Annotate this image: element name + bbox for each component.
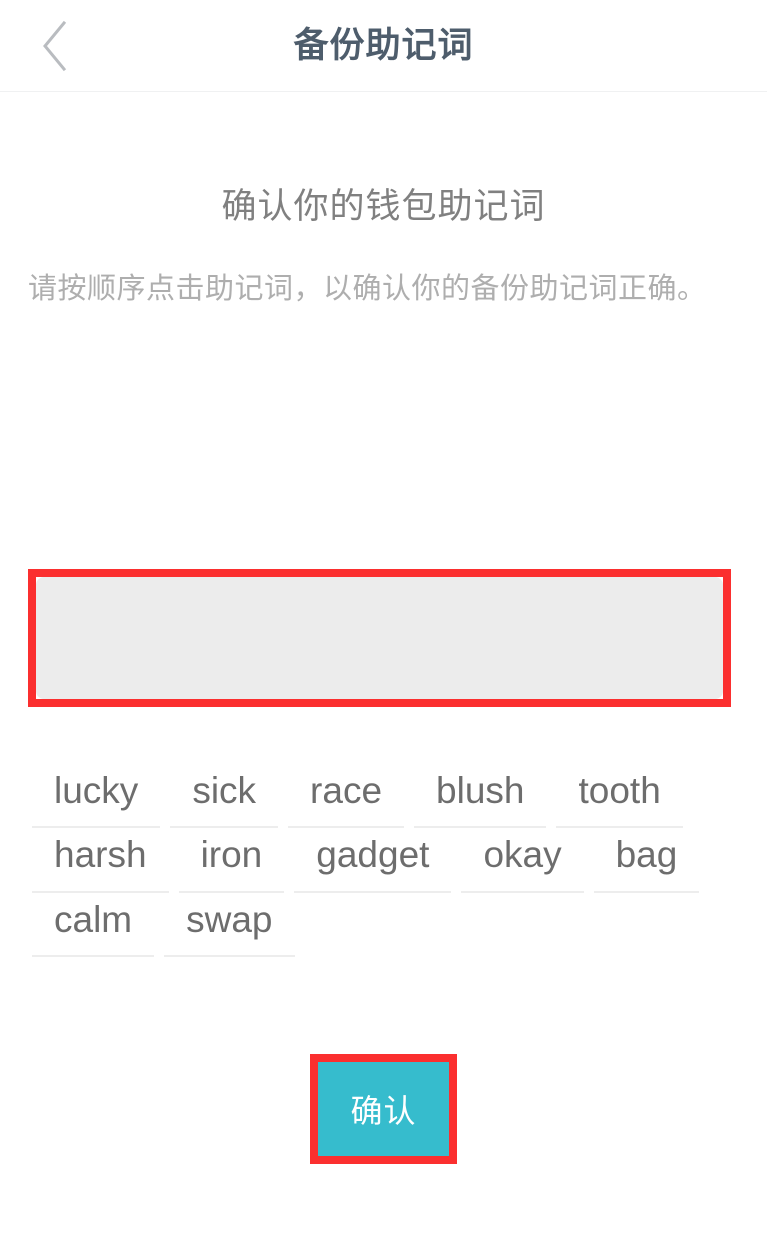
word-bank-row: harsh iron gadget okay bag	[32, 828, 732, 893]
word-chip[interactable]: iron	[178, 828, 285, 893]
word-chip[interactable]: tooth	[556, 764, 683, 829]
word-bank: lucky sick race blush tooth harsh iron gadget ok…	[32, 764, 732, 957]
word-chip[interactable]: calm	[32, 893, 155, 957]
word-chip[interactable]: harsh	[32, 828, 169, 893]
word-chip[interactable]: lucky	[32, 764, 161, 829]
selected-words-area-annotation	[28, 569, 731, 707]
selected-words-box[interactable]	[36, 577, 723, 699]
word-chip[interactable]: race	[288, 764, 405, 829]
confirm-button-annotation: 确认	[310, 1054, 457, 1164]
word-bank-row: lucky sick race blush tooth	[32, 764, 732, 829]
word-chip[interactable]: gadget	[294, 828, 452, 893]
page-title: 备份助记词	[293, 26, 474, 65]
word-chip[interactable]: swap	[164, 893, 295, 957]
word-chip[interactable]: okay	[461, 828, 584, 893]
word-chip[interactable]: blush	[414, 764, 547, 829]
word-chip[interactable]: bag	[593, 828, 700, 893]
section-title: 确认你的钱包助记词	[221, 187, 546, 226]
word-bank-row: calm swap	[32, 893, 732, 957]
confirm-button[interactable]: 确认	[318, 1062, 449, 1156]
main-content: 确认你的钱包助记词 请按顺序点击助记词，以确认你的备份助记词正确。 lucky s…	[0, 186, 767, 1164]
word-chip[interactable]: sick	[170, 764, 279, 829]
app-header: 备份助记词	[0, 0, 767, 92]
section-description: 请按顺序点击助记词，以确认你的备份助记词正确。	[28, 273, 707, 305]
